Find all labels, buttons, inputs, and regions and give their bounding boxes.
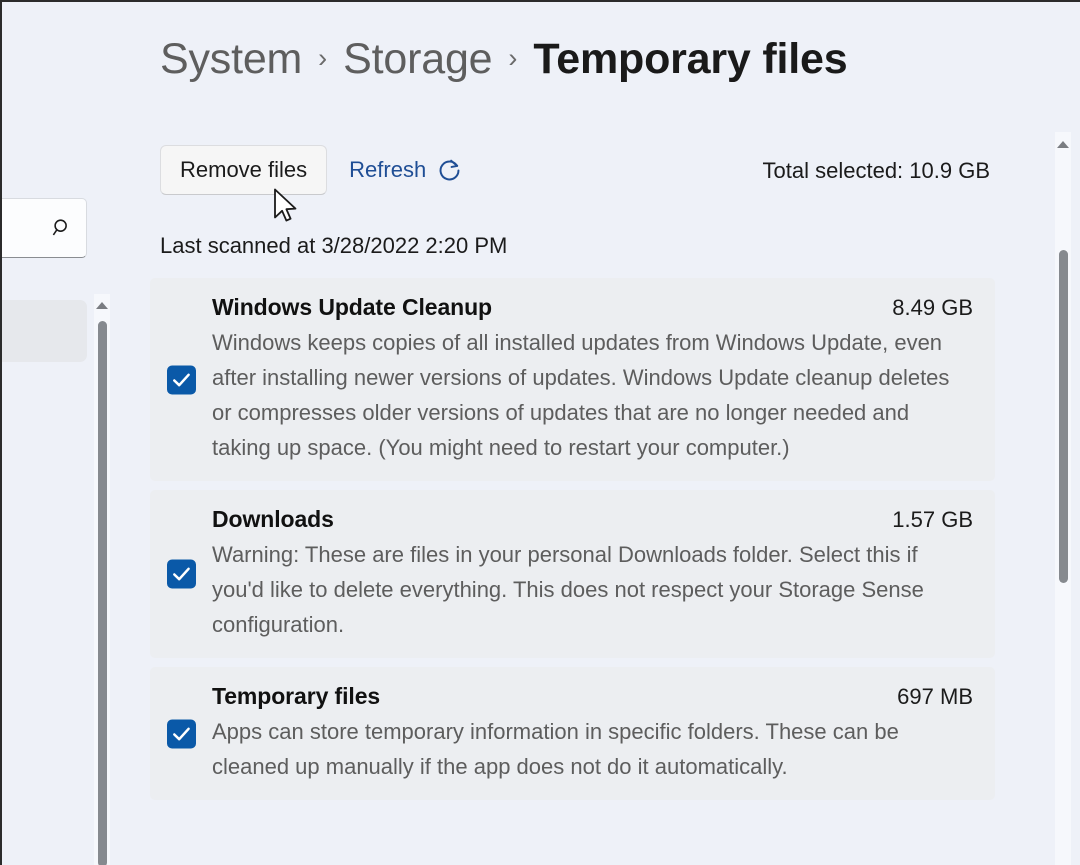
file-checkbox[interactable] — [167, 365, 196, 394]
scroll-up-arrow-icon[interactable] — [96, 302, 108, 309]
breadcrumb: System › Storage › Temporary files — [160, 35, 848, 83]
content-scrollbar[interactable] — [1055, 132, 1071, 865]
scroll-up-arrow-icon[interactable] — [1057, 141, 1069, 148]
list-item-description: Warning: These are files in your persona… — [212, 542, 924, 637]
breadcrumb-item-storage[interactable]: Storage — [343, 38, 492, 81]
search-input[interactable] — [2, 198, 87, 258]
scrollbar-thumb[interactable] — [1059, 250, 1068, 583]
settings-window: System › Storage › Temporary files Remov… — [0, 0, 1080, 865]
list-item[interactable]: Downloads 1.57 GB Warning: These are fil… — [150, 490, 995, 658]
list-item-description: Apps can store temporary information in … — [212, 719, 899, 779]
list-item-description: Windows keeps copies of all installed up… — [212, 330, 950, 460]
list-item-header: Temporary files 697 MB — [212, 683, 973, 710]
content-pane: System › Storage › Temporary files Remov… — [112, 2, 1052, 865]
list-item-title: Temporary files — [212, 683, 381, 709]
command-bar: Remove files Refresh — [160, 145, 462, 195]
list-item-title: Windows Update Cleanup — [212, 294, 492, 320]
refresh-icon — [439, 159, 460, 180]
scrollbar-thumb[interactable] — [98, 321, 107, 865]
last-scanned-label: Last scanned at 3/28/2022 2:20 PM — [160, 233, 508, 258]
list-item[interactable]: Windows Update Cleanup 8.49 GB Windows k… — [150, 278, 995, 481]
total-selected-label: Total selected: 10.9 GB — [762, 158, 990, 183]
list-item-title: Downloads — [212, 506, 334, 532]
temporary-files-list: Windows Update Cleanup 8.49 GB Windows k… — [150, 278, 995, 809]
refresh-button[interactable]: Refresh — [349, 157, 462, 183]
navigation-pane — [2, 2, 98, 865]
navigation-scrollbar[interactable] — [94, 294, 110, 865]
list-item-size: 697 MB — [897, 684, 973, 709]
list-item-header: Windows Update Cleanup 8.49 GB — [212, 294, 973, 321]
file-checkbox[interactable] — [167, 719, 196, 748]
file-checkbox[interactable] — [167, 559, 196, 589]
sidebar-item-partial[interactable] — [2, 300, 87, 362]
list-item-size: 8.49 GB — [892, 295, 973, 320]
breadcrumb-separator: › — [318, 43, 328, 73]
breadcrumb-item-system[interactable]: System — [160, 38, 302, 81]
remove-files-button[interactable]: Remove files — [160, 145, 328, 195]
list-item[interactable]: Temporary files 697 MB Apps can store te… — [150, 667, 995, 800]
list-item-size: 1.57 GB — [892, 507, 973, 532]
refresh-label: Refresh — [349, 157, 427, 182]
page-title: Temporary files — [533, 35, 848, 83]
search-icon — [51, 217, 73, 239]
list-item-header: Downloads 1.57 GB — [212, 506, 973, 533]
breadcrumb-separator: › — [508, 43, 518, 73]
